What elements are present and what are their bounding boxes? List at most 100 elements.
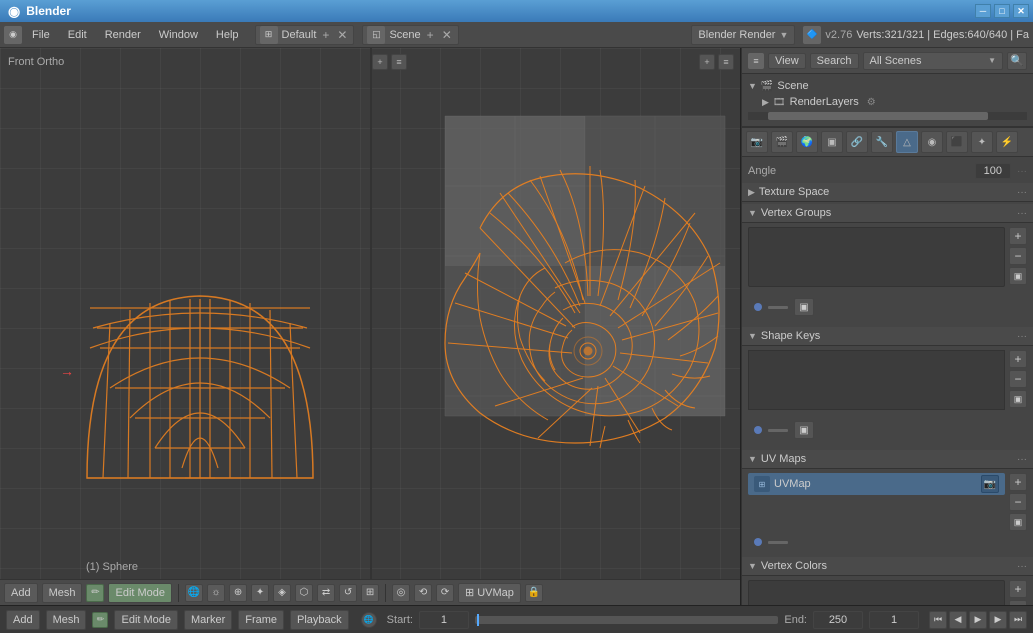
scene-close-button[interactable]: ✕ — [440, 28, 454, 42]
vc-add-button[interactable]: + — [1009, 580, 1027, 598]
viewport-area: Front Ortho → — [0, 48, 741, 605]
uv-map-selector[interactable]: ⊞ UVMap — [458, 583, 521, 603]
texture-space-header[interactable]: ▶ Texture Space ··· — [742, 183, 1033, 202]
vertex-colors-header[interactable]: ▼ Vertex Colors ··· — [742, 557, 1033, 576]
status-mode-button[interactable]: Edit Mode — [114, 610, 178, 630]
nav-add-icon[interactable]: + — [699, 54, 715, 70]
vc-dots-icon: ··· — [1017, 561, 1027, 572]
add-menu-button[interactable]: Add — [4, 583, 38, 603]
next-frame-button[interactable]: ▶ — [989, 611, 1007, 629]
uv-remove-button[interactable]: − — [1009, 493, 1027, 511]
scenes-dropdown[interactable]: All Scenes ▼ — [863, 52, 1003, 70]
status-playback-button[interactable]: Playback — [290, 610, 349, 630]
menu-edit[interactable]: Edit — [60, 27, 95, 43]
magnet-icon[interactable]: ⊕ — [229, 584, 247, 602]
globe-icon[interactable]: 🌐 — [361, 612, 377, 628]
viewport-icon-2[interactable]: ☼ — [207, 584, 225, 602]
angle-value[interactable]: 100 — [975, 163, 1011, 179]
uv-icon-2[interactable]: ⟲ — [414, 584, 432, 602]
workspace-add-button[interactable]: + — [320, 28, 331, 42]
menu-render[interactable]: Render — [97, 27, 149, 43]
uv-icon-1[interactable]: ◎ — [392, 584, 410, 602]
props-content: Angle 100 ··· ▶ Texture Space ··· ▼ Vert… — [742, 157, 1033, 605]
transform-icon[interactable]: ✦ — [251, 584, 269, 602]
maximize-button[interactable]: □ — [994, 4, 1010, 18]
prop-particles-icon[interactable]: ✦ — [971, 131, 993, 153]
prop-render-icon[interactable]: 📷 — [746, 131, 768, 153]
workspace-selector[interactable]: ⊞ Default + ✕ — [255, 25, 355, 45]
prop-constraints-icon[interactable]: 🔗 — [846, 131, 868, 153]
shape-keys-list — [748, 350, 1005, 410]
sk-remove-button[interactable]: − — [1009, 370, 1027, 388]
vertex-colors-content: + − ▣ — [742, 576, 1033, 605]
prop-texture-icon[interactable]: ⬛ — [946, 131, 968, 153]
vg-sq-button[interactable]: ▣ — [794, 298, 814, 316]
uv-lock-icon[interactable]: 🔒 — [525, 584, 543, 602]
sk-special-button[interactable]: ▣ — [1009, 390, 1027, 408]
menu-help[interactable]: Help — [208, 27, 247, 43]
mode-button[interactable]: Edit Mode — [108, 583, 172, 603]
status-frame-button[interactable]: Frame — [238, 610, 284, 630]
prop-modifier-icon[interactable]: 🔧 — [871, 131, 893, 153]
shape-keys-header[interactable]: ▼ Shape Keys ··· — [742, 327, 1033, 346]
menu-file[interactable]: File — [24, 27, 58, 43]
jump-start-button[interactable]: ⏮ — [929, 611, 947, 629]
viewport-icon-1[interactable]: 🌐 — [185, 584, 203, 602]
current-frame-input[interactable]: 1 — [869, 611, 919, 629]
menu-window[interactable]: Window — [151, 27, 206, 43]
prop-physics-icon[interactable]: ⚡ — [996, 131, 1018, 153]
nav-settings-icon[interactable]: ≡ — [718, 54, 734, 70]
workspace-close-button[interactable]: ✕ — [335, 28, 349, 42]
uv-add-button[interactable]: + — [1009, 473, 1027, 491]
minimize-button[interactable]: ─ — [975, 4, 991, 18]
transform2-icon[interactable]: ⬡ — [295, 584, 313, 602]
pivot-icon[interactable]: ◈ — [273, 584, 291, 602]
prev-frame-button[interactable]: ◀ — [949, 611, 967, 629]
jump-end-button[interactable]: ⏭ — [1009, 611, 1027, 629]
vg-special-button[interactable]: ▣ — [1009, 267, 1027, 285]
sk-add-button[interactable]: + — [1009, 350, 1027, 368]
status-add-button[interactable]: Add — [6, 610, 40, 630]
scene-name-label: Scene — [777, 80, 808, 92]
sk-bottom-row: ▣ — [748, 418, 1027, 442]
prop-data-icon[interactable]: △ — [896, 131, 918, 153]
sk-sq-button[interactable]: ▣ — [794, 421, 814, 439]
scene-tree-renderlayers: ▶ 🎞 RenderLayers ⚙ — [762, 94, 1027, 110]
engine-selector[interactable]: Blender Render ▼ — [691, 25, 795, 45]
play-button[interactable]: ▶ — [969, 611, 987, 629]
app-logo: ◉ — [8, 3, 20, 20]
vertex-groups-header[interactable]: ▼ Vertex Groups ··· — [742, 204, 1033, 223]
status-mesh-button[interactable]: Mesh — [46, 610, 87, 630]
edit-mode-icon[interactable]: ✏ — [86, 584, 104, 602]
uv-maps-header[interactable]: ▼ UV Maps ··· — [742, 450, 1033, 469]
uvmap-camera-button[interactable]: 📷 — [981, 475, 999, 493]
rpanel-search-button[interactable]: 🔍 — [1007, 52, 1027, 70]
scale-icon[interactable]: ⊞ — [361, 584, 379, 602]
scene-scrollbar[interactable] — [748, 112, 1027, 120]
status-marker-button[interactable]: Marker — [184, 610, 232, 630]
prop-material-icon[interactable]: ◉ — [921, 131, 943, 153]
uv-nav-settings-icon[interactable]: ≡ — [391, 54, 407, 70]
scene-add-button[interactable]: + — [425, 28, 436, 42]
mesh-menu-button[interactable]: Mesh — [42, 583, 83, 603]
close-button[interactable]: ✕ — [1013, 4, 1029, 18]
uv-nav-add-icon[interactable]: + — [372, 54, 388, 70]
uvmap-item[interactable]: ⊞ UVMap 📷 — [748, 473, 1005, 495]
vg-remove-button[interactable]: − — [1009, 247, 1027, 265]
uv-special-button[interactable]: ▣ — [1009, 513, 1027, 531]
prop-world-icon[interactable]: 🌍 — [796, 131, 818, 153]
uv-icon-3[interactable]: ⟳ — [436, 584, 454, 602]
end-frame-input[interactable]: 250 — [813, 611, 863, 629]
rotate-icon[interactable]: ↺ — [339, 584, 357, 602]
prop-object-icon[interactable]: ▣ — [821, 131, 843, 153]
status-edit-icon[interactable]: ✏ — [92, 612, 108, 628]
timeline-track[interactable] — [475, 616, 778, 624]
view-button[interactable]: View — [768, 53, 806, 69]
search-button[interactable]: Search — [810, 53, 859, 69]
vg-add-button[interactable]: + — [1009, 227, 1027, 245]
scene-selector[interactable]: ◱ Scene + ✕ — [362, 25, 458, 45]
object-name: (1) Sphere — [86, 561, 138, 573]
start-frame-input[interactable]: 1 — [419, 611, 469, 629]
move-icon[interactable]: ⇄ — [317, 584, 335, 602]
prop-scene-icon[interactable]: 🎬 — [771, 131, 793, 153]
